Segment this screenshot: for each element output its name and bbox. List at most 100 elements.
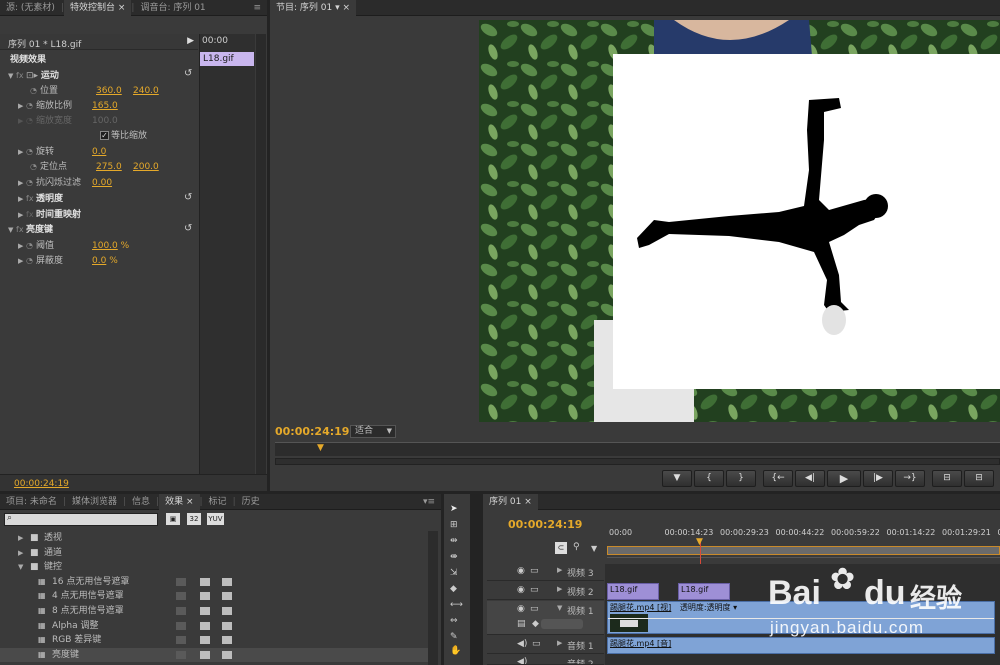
effect-label: 8 点无用信号遮罩: [52, 606, 124, 616]
step-forward-button[interactable]: |▶: [863, 470, 893, 487]
rate-stretch-tool-icon[interactable]: ⇲: [450, 568, 458, 578]
hand-tool-icon[interactable]: ✋: [450, 646, 461, 656]
effects-item[interactable]: ▦ 4 点无用信号遮罩: [0, 589, 428, 603]
marker-icon[interactable]: ⚲: [573, 542, 580, 552]
expand-arrow-icon[interactable]: ▶: [187, 36, 194, 46]
threshold-value[interactable]: 100.0: [92, 241, 118, 251]
work-area-bar[interactable]: [607, 546, 1000, 555]
new-bin-icon[interactable]: ▣: [166, 513, 180, 525]
tab-info[interactable]: 信息: [126, 494, 156, 510]
effects-scrollbar[interactable]: [428, 531, 438, 665]
scrollbar[interactable]: [256, 34, 266, 474]
effect-motion[interactable]: ▼ fx ⊡▸ 运动: [8, 68, 59, 83]
position-y[interactable]: 240.0: [133, 86, 159, 96]
play-button[interactable]: ▶: [827, 470, 861, 487]
rotation-value[interactable]: 0.0: [92, 147, 106, 157]
snap-icon[interactable]: ⊂: [555, 542, 567, 554]
expand-arrow-icon[interactable]: ▶: [18, 546, 23, 560]
panel-menu-icon[interactable]: ▾≡: [417, 494, 441, 510]
razor-tool-icon[interactable]: ◆: [450, 584, 457, 594]
lift-button[interactable]: ⊟: [932, 470, 962, 487]
extract-button[interactable]: ⊟: [964, 470, 994, 487]
effect-opacity[interactable]: ▶ fx 透明度: [18, 191, 63, 206]
timeline-timecode[interactable]: 00:00:24:19: [508, 518, 582, 531]
clip-l18-2[interactable]: L18.gif: [678, 583, 730, 600]
add-marker-button[interactable]: ▼: [662, 470, 692, 487]
reset-icon[interactable]: ↺: [184, 68, 192, 79]
effects-item[interactable]: ▦ RGB 差异键: [0, 633, 428, 647]
clip-l18-1[interactable]: L18.gif: [607, 583, 659, 600]
effects-item[interactable]: ▦ Alpha 调整: [0, 619, 428, 633]
program-timecode[interactable]: 00:00:24:19: [275, 425, 349, 438]
program-scrollbar[interactable]: [275, 458, 1000, 465]
effects-folder[interactable]: ▶ ■ 通道: [0, 546, 428, 560]
effects-folder[interactable]: ▼ ■ 键控: [0, 560, 428, 574]
slide-tool-icon[interactable]: ⇔: [450, 616, 458, 626]
slip-tool-icon[interactable]: ⟷: [450, 600, 463, 610]
scale-value[interactable]: 165.0: [92, 101, 118, 111]
param-threshold: ▶ ◔ 阈值 100.0 %: [18, 241, 130, 251]
playhead-icon[interactable]: ▼: [696, 537, 703, 547]
tab-sequence[interactable]: 序列 01 ×: [483, 493, 538, 510]
program-playhead-icon[interactable]: ▼: [317, 443, 324, 453]
anchor-y[interactable]: 200.0: [133, 162, 159, 172]
param-anchor: ◔ 定位点 275.0 200.0: [30, 159, 159, 174]
effects-panel: 项目: 未命名 | 媒体浏览器 | 信息 | 效果 × | 标记 | 历史 ▾≡ ⌕ ▣ …: [0, 493, 441, 665]
tab-effect-controls[interactable]: 特效控制台 ×: [63, 0, 132, 16]
track-select-tool-icon[interactable]: ⊞: [450, 520, 458, 530]
tab-history[interactable]: 历史: [236, 494, 266, 510]
collapse-arrow-icon[interactable]: ▼: [18, 560, 23, 574]
position-x[interactable]: 360.0: [96, 84, 133, 99]
effects-item[interactable]: ▦ 8 点无用信号遮罩: [0, 604, 428, 618]
step-back-button[interactable]: ◀|: [795, 470, 825, 487]
reset-icon[interactable]: ↺: [184, 192, 192, 203]
tab-markers[interactable]: 标记: [203, 494, 233, 510]
accel-32-badge[interactable]: 32: [187, 513, 201, 525]
baidu-watermark: ✿ Bai du 经验 jingyan.baidu.com: [768, 562, 963, 637]
tab-effects[interactable]: 效果 ×: [159, 493, 200, 510]
antiflicker-value[interactable]: 0.00: [92, 178, 112, 188]
ripple-edit-tool-icon[interactable]: ⇹: [450, 536, 458, 546]
effect-controls-tabbar: 源: (无素材) | 特效控制台 × | 调音台: 序列 01 ≡: [0, 0, 267, 16]
cutoff-value[interactable]: 0.0: [92, 256, 106, 266]
track-video-3[interactable]: ◉ ▭ ▶ 视频 3: [487, 564, 604, 581]
tab-audio-mixer[interactable]: 调音台: 序列 01: [134, 0, 211, 16]
timeline-ruler[interactable]: 00:00 00:00:14:23 00:00:29:23 00:00:44:22 00…: [607, 524, 1000, 558]
reset-icon[interactable]: ↺: [184, 223, 192, 234]
param-uniform-scale[interactable]: ✓ 等比缩放: [100, 129, 147, 144]
clip-fx-dropdown[interactable]: 透明度:透明度 ▾: [680, 603, 737, 612]
go-to-out-button[interactable]: →}: [895, 470, 925, 487]
track-video-2[interactable]: ◉ ▭ ▶ 视频 2: [487, 582, 604, 600]
go-to-in-button[interactable]: {←: [763, 470, 793, 487]
effect-time-remap[interactable]: ▶ fx 时间重映射: [18, 207, 81, 222]
paw-logo-icon: ✿: [830, 562, 856, 597]
add-marker-icon[interactable]: ▼: [591, 544, 597, 553]
effect-luma-key[interactable]: ▼ fx 亮度键: [8, 222, 53, 237]
effects-folder[interactable]: ▶ ■ 透视: [0, 531, 428, 545]
mark-in-button[interactable]: {: [694, 470, 724, 487]
mark-out-button[interactable]: }: [726, 470, 756, 487]
rolling-edit-tool-icon[interactable]: ⇼: [450, 552, 458, 562]
tab-program[interactable]: 节目: 序列 01 ▾ ×: [270, 0, 356, 16]
fit-dropdown[interactable]: 适合 ▼: [350, 425, 396, 438]
tab-source[interactable]: 源: (无素材): [0, 0, 61, 16]
program-monitor: 节目: 序列 01 ▾ × 00:00:24:19 适合 ▼ ▼ ▼ {} {…: [270, 0, 1000, 491]
yuv-badge-icon: [222, 636, 232, 645]
track-audio-1[interactable]: ◀) ▭ ▶ 音频 1: [487, 636, 604, 654]
pen-tool-icon[interactable]: ✎: [450, 632, 458, 642]
track-video-1[interactable]: ◉ ▭ ▼ 视频 1 ▤ ◆: [487, 601, 604, 635]
track-label: 音频 1: [567, 642, 594, 652]
selection-tool-icon[interactable]: ➤: [450, 504, 458, 514]
program-ruler[interactable]: [275, 442, 1000, 456]
panel-menu-icon[interactable]: ≡: [247, 0, 267, 16]
effects-item[interactable]: ▦ 亮度键: [0, 647, 428, 662]
effects-search-input[interactable]: ⌕: [4, 513, 158, 526]
anchor-x[interactable]: 275.0: [96, 160, 133, 175]
tab-media-browser[interactable]: 媒体浏览器: [66, 494, 123, 510]
tab-project[interactable]: 项目: 未命名: [0, 494, 63, 510]
effects-item[interactable]: ▦ 16 点无用信号遮罩: [0, 575, 428, 589]
mini-clip[interactable]: L18.gif: [200, 52, 254, 66]
expand-arrow-icon[interactable]: ▶: [18, 531, 23, 545]
track-audio-2[interactable]: ◀) 音频 2: [487, 655, 604, 665]
yuv-badge[interactable]: YUV: [207, 513, 224, 525]
